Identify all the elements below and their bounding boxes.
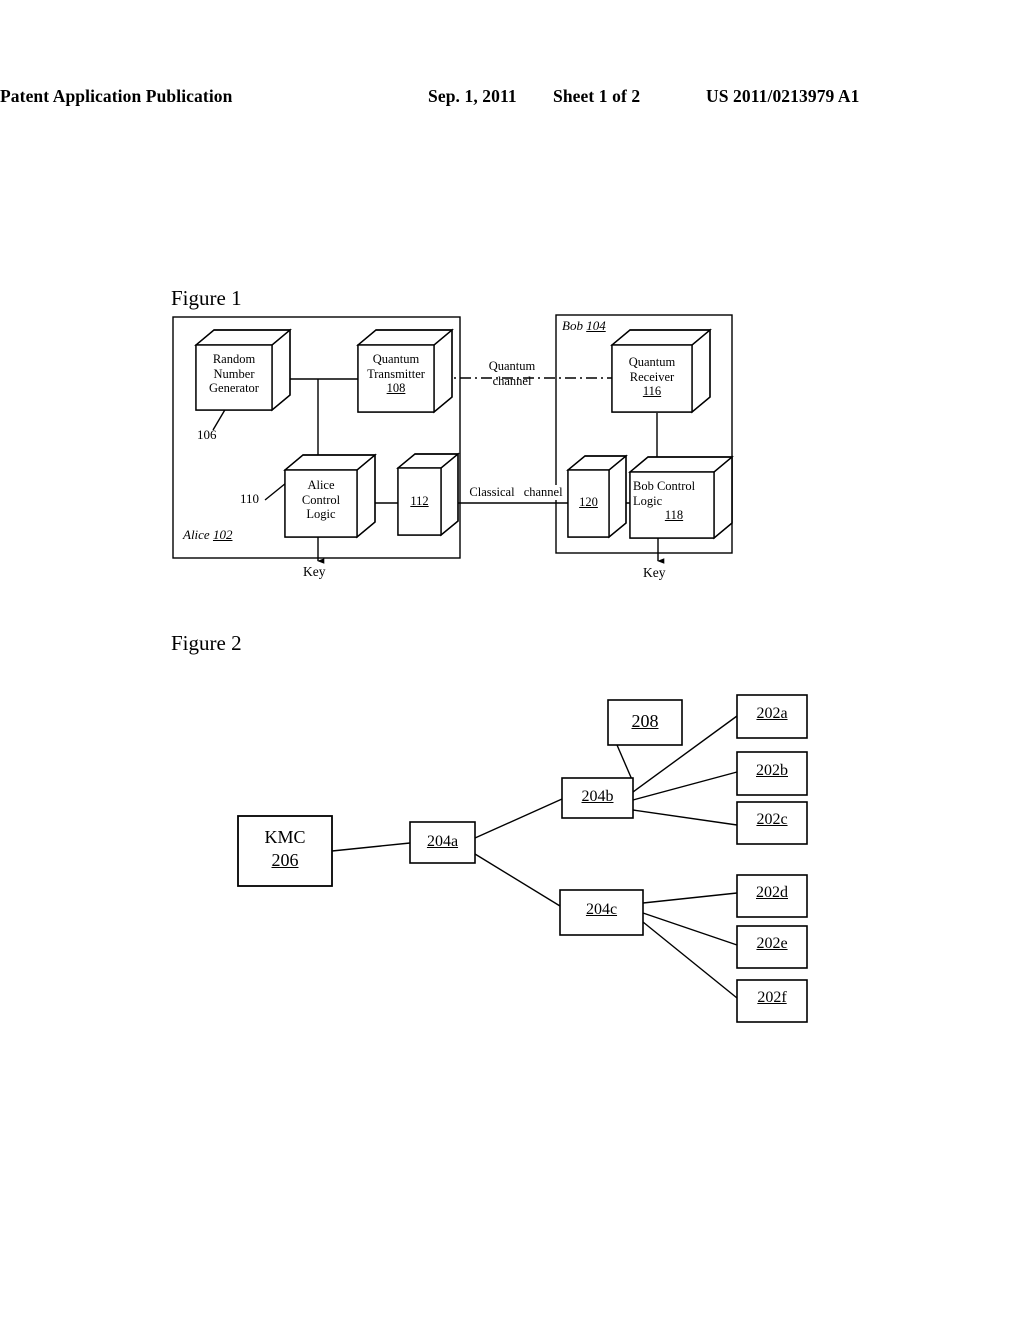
edge-204b-202c <box>632 809 738 826</box>
alice-party-name: Alice <box>183 527 210 542</box>
node-label-208: 208 <box>631 711 659 731</box>
rng-line-1: Random <box>212 352 256 366</box>
classical-channel-line-1: Classical <box>466 485 518 500</box>
figure-1-caption: Figure 1 <box>171 286 242 310</box>
ref-number-110: 110 <box>240 491 260 506</box>
qrx-line-1: Quantum <box>628 355 676 369</box>
edge-204b-202b <box>632 771 738 801</box>
header-sheet-number: Sheet 1 of 2 <box>553 86 641 106</box>
node-label-204b: 204b <box>581 788 614 805</box>
rng-line-2: Number <box>213 366 255 381</box>
alice-control-logic-label: Alice Control Logic <box>285 478 357 522</box>
bob-control-logic-label: Bob Control Logic 118 <box>629 479 719 523</box>
kmc-label: KMC 206 <box>238 826 332 872</box>
node-label-202f: 202f <box>757 989 787 1006</box>
edge-204c-202d <box>642 892 738 904</box>
quantum-channel-line-1: Quantum <box>486 359 538 374</box>
interface-112-label: 112 <box>410 494 429 508</box>
kmc-line-1: KMC <box>264 827 306 847</box>
acl-line-3: Logic <box>306 507 336 521</box>
random-number-generator-label: Random Number Generator <box>196 352 272 396</box>
edge-204a-204c <box>474 853 561 907</box>
qtx-ref: 108 <box>386 381 406 395</box>
bob-party-label: Bob 104 <box>562 318 606 334</box>
bcl-ref: 118 <box>664 508 684 522</box>
patent-drawing-page: Patent Application Publication Sep. 1, 2… <box>0 0 1024 1320</box>
header-date: Sep. 1, 2011 <box>428 86 517 106</box>
acl-line-2: Control <box>301 492 341 507</box>
node-label-202e: 202e <box>756 935 788 952</box>
classical-channel-label: Classical channel <box>466 485 566 500</box>
qtx-line-1: Quantum <box>372 352 420 366</box>
ref-number-106: 106 <box>197 427 217 442</box>
callout-leader-110 <box>264 482 287 501</box>
quantum-receiver-label: Quantum Receiver 116 <box>612 355 692 399</box>
page-header: Patent Application Publication Sep. 1, 2… <box>0 86 1024 112</box>
edge-204b-208 <box>616 744 634 783</box>
kmc-line-2: 206 <box>271 850 299 870</box>
header-publication-number: US 2011/0213979 A1 <box>706 86 860 106</box>
interface-120-label: 120 <box>579 495 598 509</box>
quantum-transmitter-label: Quantum Transmitter 108 <box>356 352 436 396</box>
classical-channel-line-2: channel <box>520 485 566 500</box>
node-label-202b: 202b <box>756 762 788 779</box>
node-label-204c: 204c <box>585 901 618 918</box>
edge-204c-202e <box>642 912 738 946</box>
qrx-ref: 116 <box>642 384 662 398</box>
figure-2-caption: Figure 2 <box>171 631 242 655</box>
edge-204a-204b <box>474 798 563 839</box>
node-label-202d: 202d <box>756 884 788 901</box>
bob-party-name: Bob <box>562 318 583 333</box>
header-publication-title: Patent Application Publication <box>0 86 233 106</box>
node-label-202c: 202c <box>756 811 788 828</box>
bcl-line-1: Bob Control <box>633 479 696 493</box>
qrx-line-2: Receiver <box>629 369 675 384</box>
bcl-line-2: Logic <box>633 493 663 508</box>
edge-kmc-204a <box>331 842 411 852</box>
acl-line-1: Alice <box>307 478 335 492</box>
rng-line-3: Generator <box>209 381 259 395</box>
figure-line-art <box>172 314 808 1023</box>
bob-key-output-label: Key <box>643 565 666 580</box>
quantum-channel-label: Quantum channel <box>462 359 562 389</box>
alice-party-ref: 102 <box>212 527 233 542</box>
bob-party-ref: 104 <box>586 318 606 333</box>
node-label-204a: 204a <box>426 833 459 850</box>
node-label-202a: 202a <box>756 705 788 722</box>
edge-204c-202f <box>642 921 738 999</box>
alice-party-label: Alice 102 <box>183 527 232 543</box>
alice-key-output-label: Key <box>303 564 326 579</box>
qtx-line-2: Transmitter <box>367 366 425 381</box>
quantum-channel-line-2: channel <box>492 374 532 388</box>
